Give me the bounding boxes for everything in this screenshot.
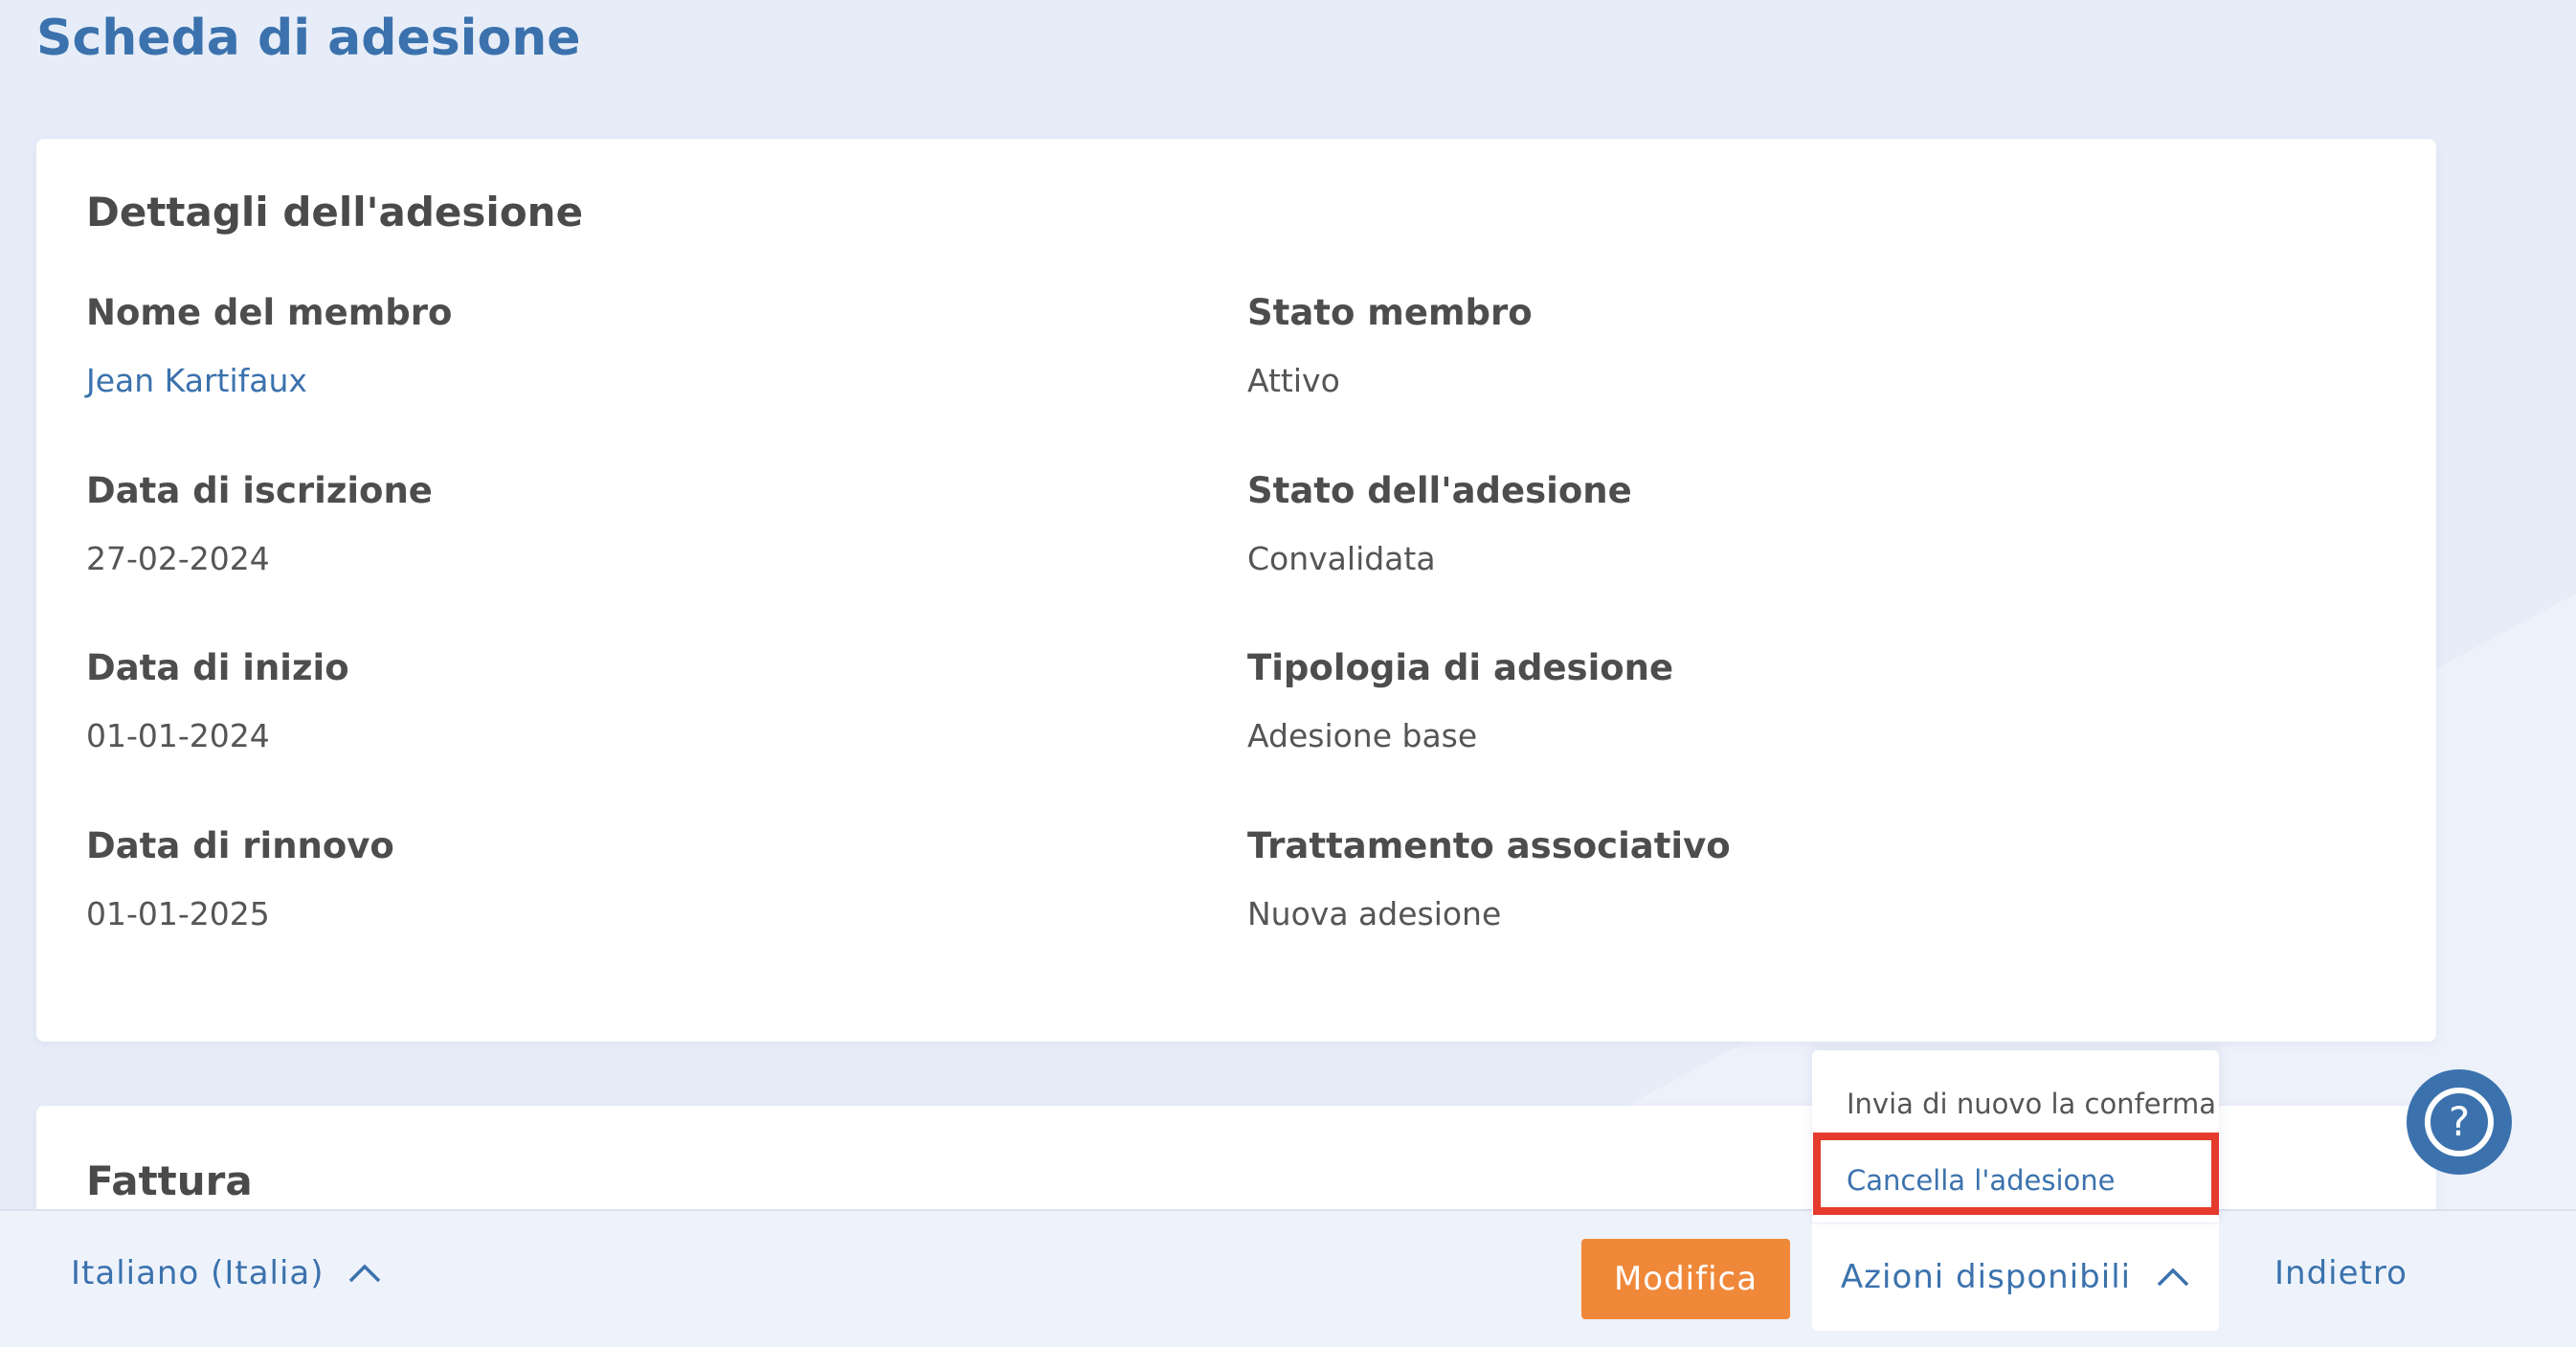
registration-date-label: Data di iscrizione [86, 470, 433, 511]
member-name-label: Nome del membro [86, 292, 453, 333]
chevron-up-icon [348, 1264, 380, 1283]
member-status-value: Attivo [1247, 362, 1340, 399]
member-name-link[interactable]: Jean Kartifaux [86, 362, 452, 399]
member-status-label: Stato membro [1247, 292, 1533, 333]
membership-treatment-field: Trattamento associativo Nuova adesione [1247, 825, 1731, 932]
membership-type-value: Adesione base [1247, 717, 1478, 754]
start-date-field: Data di inizio 01-01-2024 [86, 647, 349, 754]
member-name-field: Nome del membro Jean Kartifaux [86, 292, 452, 399]
start-date-label: Data di inizio [86, 647, 349, 688]
start-date-value: 01-01-2024 [86, 717, 270, 754]
renewal-date-field: Data di rinnovo 01-01-2025 [86, 825, 394, 932]
language-selector[interactable]: Italiano (Italia) [71, 1254, 382, 1292]
actions-dropdown-menu: Invia di nuovo la conferma Cancella l'ad… [1812, 1050, 2219, 1223]
membership-status-field: Stato dell'adesione Convalidata [1247, 470, 1632, 577]
membership-type-field: Tipologia di adesione Adesione base [1247, 647, 1673, 754]
membership-treatment-value: Nuova adesione [1247, 895, 1502, 932]
registration-date-field: Data di iscrizione 27-02-2024 [86, 470, 433, 577]
registration-date-value: 27-02-2024 [86, 540, 270, 577]
chevron-up-icon [2157, 1268, 2189, 1287]
renewal-date-value: 01-01-2025 [86, 895, 270, 932]
question-circle-icon: ? [2425, 1088, 2494, 1156]
membership-status-label: Stato dell'adesione [1247, 470, 1632, 511]
invoice-card-title: Fattura [86, 1157, 253, 1204]
footer-bar: Italiano (Italia) Modifica Azioni dispon… [0, 1209, 2576, 1347]
membership-details-card: Dettagli dell'adesione Nome del membro J… [36, 139, 2436, 1042]
membership-type-label: Tipologia di adesione [1247, 647, 1674, 688]
language-label: Italiano (Italia) [71, 1254, 325, 1292]
renewal-date-label: Data di rinnovo [86, 825, 394, 866]
resend-confirmation-menu-item[interactable]: Invia di nuovo la conferma [1847, 1088, 2216, 1120]
cancel-membership-menu-item[interactable]: Cancella l'adesione [1847, 1164, 2115, 1197]
member-status-field: Stato membro Attivo [1247, 292, 1533, 399]
help-button[interactable]: ? [2407, 1069, 2512, 1175]
svg-text:?: ? [2449, 1098, 2470, 1145]
page-title: Scheda di adesione [36, 10, 581, 67]
available-actions-label: Azioni disponibili [1840, 1258, 2132, 1296]
details-card-title: Dettagli dell'adesione [86, 189, 584, 236]
edit-button[interactable]: Modifica [1581, 1239, 1790, 1319]
available-actions-button[interactable]: Azioni disponibili [1812, 1224, 2219, 1331]
back-link[interactable]: Indietro [2274, 1254, 2408, 1292]
membership-treatment-label: Trattamento associativo [1247, 825, 1731, 866]
membership-status-value: Convalidata [1247, 540, 1436, 577]
